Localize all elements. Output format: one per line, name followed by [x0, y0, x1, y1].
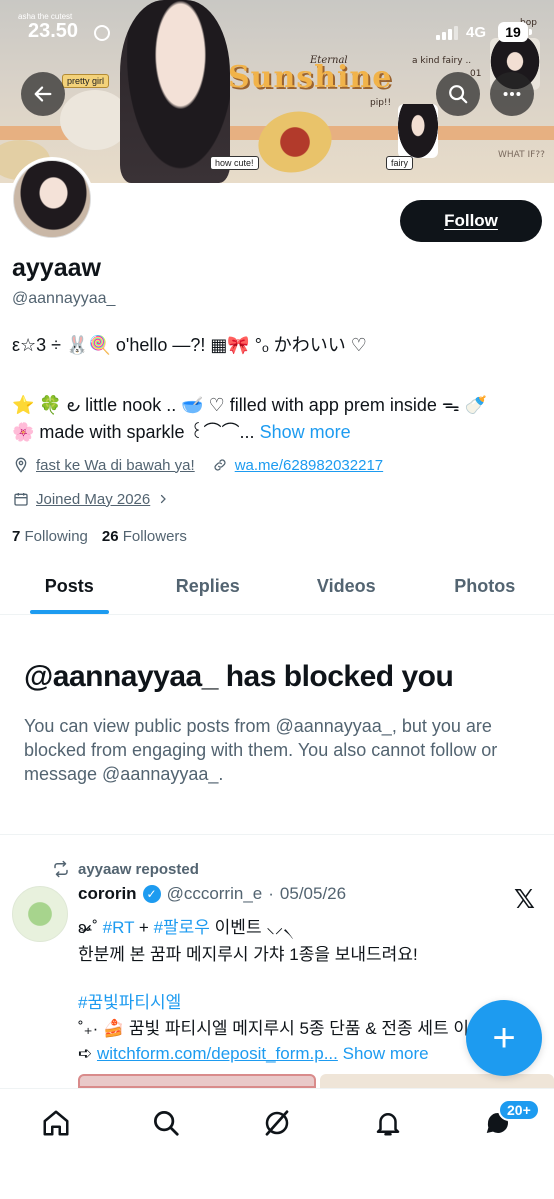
link-icon [211, 456, 229, 474]
follow-counts: 7 Following 26 Followers [12, 528, 187, 545]
bio-line: ⭐ 🍀 ౿ little nook .. 🥣 ♡ filled with app… [12, 395, 488, 415]
post-header: cororin ✓ @cccorrin_e · 05/05/26 [78, 884, 346, 904]
avatar-image [13, 160, 91, 238]
more-options-button[interactable] [490, 72, 534, 116]
calendar-icon [12, 490, 30, 508]
profile-meta-row: fast ke Wa di bawah ya! wa.me/6289820322… [12, 456, 383, 474]
post-text-line: ʚ̴̶̷̷·˚ #RT + #팔로우 이벤트 ⸜⸝৲ [78, 918, 294, 937]
profile-tabs: Posts Replies Videos Photos [0, 563, 554, 615]
repost-indicator: ayyaaw reposted [52, 860, 199, 878]
back-arrow-icon [34, 86, 52, 102]
globe-icon [94, 25, 110, 41]
profile-handle: @aannayyaa_ [12, 290, 116, 307]
media-image[interactable] [320, 1074, 554, 1088]
banner-sticker: how cute! [210, 156, 259, 170]
post-text-line: ➪ witchform.com/deposit_form.p... Show m… [78, 1044, 429, 1063]
home-icon[interactable] [38, 1105, 74, 1141]
banner-label: a kind fairy .. [412, 56, 472, 66]
tab-photos[interactable]: Photos [416, 563, 554, 614]
repost-label: ayyaaw reposted [78, 860, 199, 878]
divider [0, 834, 554, 835]
back-button[interactable] [21, 72, 65, 116]
display-name: ayyaaw [12, 254, 101, 282]
messages-badge: 20+ [498, 1099, 540, 1121]
bio-line: ε☆3 ÷ 🐰🍭 o'hello —?! ▦🎀 °ₒ かわいい ♡ [12, 335, 367, 355]
search-icon[interactable] [148, 1105, 184, 1141]
banner-sticker: fairy [386, 156, 414, 170]
more-icon [503, 91, 521, 97]
media-image[interactable] [78, 1074, 316, 1088]
joined-date: Joined May 2026 [36, 490, 151, 508]
compose-button[interactable]: + [466, 1000, 542, 1076]
post-link[interactable]: witchform.com/deposit_form.p... [97, 1044, 338, 1063]
show-more-link[interactable]: Show more [260, 422, 351, 442]
post-text-line: 한분께 본 꿈파 메지루시 가챠 1종을 보내드려요! [78, 945, 418, 964]
bio-line-text: 🌸 made with sparkle ꒰⌒⌒... [12, 422, 255, 442]
tab-videos[interactable]: Videos [277, 563, 416, 614]
repost-icon [54, 860, 68, 878]
banner-eternal-text: Eternal [310, 55, 348, 66]
hashtag-link[interactable]: #꿈빛파티시엘 [78, 991, 181, 1015]
profile-avatar[interactable] [10, 157, 94, 241]
battery-icon: 19 [498, 22, 532, 42]
status-time: 23.50 [28, 20, 79, 42]
banner-label: pip!! [370, 98, 392, 108]
followers-count[interactable]: 26 Followers [102, 528, 187, 545]
website-link[interactable]: wa.me/628982032217 [235, 457, 383, 474]
post-text-line: ˚₊· 🍰 꿈빛 파티시엘 메지루시 5종 단품 & 전종 세트 이 [78, 1019, 470, 1038]
post-media[interactable] [78, 1074, 554, 1088]
blocked-description: You can view public posts from @aannayya… [24, 716, 498, 784]
network-type: 4G [466, 24, 487, 41]
banner-small-portrait [398, 104, 438, 158]
hashtag-link[interactable]: #팔로우 [154, 918, 210, 937]
chevron-right-icon [154, 490, 172, 508]
post-separator: · [268, 884, 274, 903]
tab-posts[interactable]: Posts [0, 563, 139, 614]
notifications-icon[interactable] [370, 1105, 406, 1141]
blocked-title: @aannayyaa_ has blocked you [24, 660, 454, 693]
follow-button[interactable]: Follow [400, 200, 542, 242]
following-count[interactable]: 7 Following [12, 528, 88, 545]
post-show-more[interactable]: Show more [338, 1044, 429, 1063]
location-icon [12, 456, 30, 474]
post-author-avatar[interactable] [12, 886, 68, 942]
bottom-navigation [0, 1088, 554, 1199]
banner-bread-image [251, 103, 339, 181]
joined-row[interactable]: Joined May 2026 [12, 490, 178, 508]
search-icon [449, 85, 468, 104]
verified-icon: ✓ [142, 885, 161, 903]
bio-line: 🌸 made with sparkle ꒰⌒⌒... Show more [12, 419, 351, 445]
banner-sticker: pretty girl [62, 74, 110, 88]
grok-icon[interactable] [259, 1105, 295, 1141]
post-date: 05/05/26 [279, 884, 347, 903]
banner-label: WHAT IF?? [498, 150, 545, 160]
location-text: fast ke Wa di bawah ya! [36, 456, 195, 474]
tab-replies[interactable]: Replies [139, 563, 278, 614]
x-logo-icon: 𝕏 [514, 884, 535, 914]
signal-icon [436, 26, 458, 40]
post-author-handle[interactable]: @cccorrin_e [167, 884, 263, 904]
hashtag-link[interactable]: #RT [103, 918, 135, 937]
post-author-name[interactable]: cororin [78, 884, 137, 904]
search-button[interactable] [436, 72, 480, 116]
